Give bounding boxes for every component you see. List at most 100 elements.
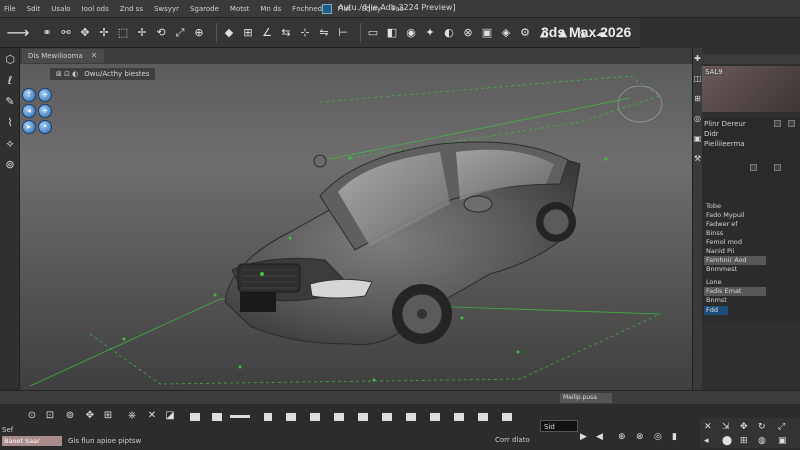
close-icon[interactable]: ✕ xyxy=(91,49,98,63)
list-item[interactable]: Bnmst xyxy=(704,296,800,305)
menu-edit[interactable]: Sdit xyxy=(27,5,41,13)
menu-group[interactable]: Iool ods xyxy=(82,5,109,13)
rotate-view-icon[interactable]: ↻ xyxy=(758,422,770,434)
list-item[interactable]: Lone xyxy=(704,278,800,287)
maxscript-listener-box[interactable]: Baoet Saar xyxy=(2,436,62,446)
motion-tab-icon[interactable]: ◎ xyxy=(693,114,702,128)
curve-editor-icon[interactable]: ◉ xyxy=(404,26,418,40)
orbit-view-icon[interactable]: ⊗ xyxy=(636,432,648,444)
key-filters-icon[interactable]: ✕ xyxy=(704,422,716,434)
grid-icon[interactable]: ⊞ xyxy=(100,408,116,424)
orbit-left-icon[interactable]: ◂ xyxy=(22,104,36,118)
scale-icon[interactable]: ⤢ xyxy=(173,26,187,40)
material-editor-icon[interactable]: ◐ xyxy=(442,26,456,40)
list-item[interactable]: Fadis Emat xyxy=(704,287,766,296)
bind-icon[interactable]: ✥ xyxy=(78,26,92,40)
set-key-icon[interactable]: ✕ xyxy=(144,408,160,424)
unlink-icon[interactable]: ⚯ xyxy=(59,26,73,40)
timeline-marker[interactable]: Mailip.pusa xyxy=(560,393,612,403)
menu-animation[interactable]: Motst xyxy=(230,5,249,13)
perspective-viewport[interactable]: ⊠ ⊡ ◐ Owu/Acthy biestes ↑ + ◂ + ▸ • xyxy=(20,64,692,390)
zoom-extents-icon[interactable]: ▶ xyxy=(580,432,592,444)
zoom-icon[interactable]: • xyxy=(38,120,52,134)
scale-view-icon[interactable]: ⤢ xyxy=(778,422,790,434)
percent-snap-icon[interactable]: ⇆ xyxy=(279,26,293,40)
orbit-right-icon[interactable]: + xyxy=(38,88,52,102)
list-item[interactable]: Bnmmest xyxy=(704,265,800,274)
utilities-tab-icon[interactable]: ⚒ xyxy=(693,154,702,168)
viewport-menu-icon[interactable]: ⊠ ⊡ ◐ xyxy=(56,70,78,78)
create-tab-icon[interactable]: ✚ xyxy=(693,54,702,68)
arc-rotate-icon[interactable]: ◍ xyxy=(758,436,770,448)
select-move-icon[interactable]: ✛ xyxy=(135,26,149,40)
list-item[interactable]: Nanid Pii xyxy=(704,247,800,256)
snap-icon[interactable]: ⊞ xyxy=(241,26,255,40)
list-item[interactable]: Fadwer ef xyxy=(704,220,800,229)
link-icon[interactable]: ⚭ xyxy=(40,26,54,40)
orbit-down-icon[interactable]: + xyxy=(38,104,52,118)
rollout-title[interactable]: Plinr Dereur xyxy=(704,120,746,128)
align-icon[interactable]: ⊢ xyxy=(336,26,350,40)
layer-icon[interactable]: ▭ xyxy=(366,26,380,40)
menu-tools[interactable]: Usalo xyxy=(51,5,70,13)
selection-lock-icon[interactable]: ⊚ xyxy=(62,408,78,424)
menu-modifiers[interactable]: Sgarode xyxy=(190,5,219,13)
zoom-region-icon[interactable]: ⊞ xyxy=(740,436,752,448)
rollout-checkbox[interactable] xyxy=(774,164,781,171)
rollout-checkbox[interactable] xyxy=(788,120,795,127)
rollout-checkbox[interactable] xyxy=(750,164,757,171)
walk-icon[interactable]: ◎ xyxy=(654,432,666,444)
rollout-checkbox[interactable] xyxy=(774,120,781,127)
schematic-icon[interactable]: ✦ xyxy=(423,26,437,40)
ribbon-icon[interactable]: ◧ xyxy=(385,26,399,40)
orbit-up-icon[interactable]: ↑ xyxy=(22,88,36,102)
select-icon[interactable]: ⬚ xyxy=(116,26,130,40)
tangent-icon[interactable]: ⇲ xyxy=(722,422,734,434)
dolly-icon[interactable]: ⬤ xyxy=(722,436,734,448)
spinner-snap-icon[interactable]: ⊹ xyxy=(298,26,312,40)
menu-views[interactable]: Znd ss xyxy=(120,5,143,13)
render-setup-icon[interactable]: ⊗ xyxy=(461,26,475,40)
menu-create[interactable]: Swsyyr xyxy=(154,5,179,13)
absolute-mode-icon[interactable]: ✥ xyxy=(82,408,98,424)
move-icon[interactable]: ✢ xyxy=(97,26,111,40)
list-item[interactable]: Famhnir Aod xyxy=(704,256,766,265)
cube-icon[interactable]: ◆ xyxy=(222,26,236,40)
timeline[interactable]: Mailip.pusa xyxy=(0,390,800,404)
min-max-toggle-icon[interactable]: ▣ xyxy=(778,436,790,448)
playback-icons[interactable] xyxy=(190,410,540,424)
pan-icon[interactable]: ▸ xyxy=(22,120,36,134)
render-frame-icon[interactable]: ▣ xyxy=(480,26,494,40)
list-item[interactable]: Fado Mypuil xyxy=(704,211,800,220)
maximize-viewport-icon[interactable]: ▮ xyxy=(672,432,684,444)
menu-file[interactable]: File xyxy=(4,5,16,13)
isolate-icon[interactable]: ⊡ xyxy=(42,408,58,424)
list-item[interactable]: Binss xyxy=(704,229,800,238)
place-icon[interactable]: ⊕ xyxy=(192,26,206,40)
hexagon-icon[interactable]: ⬡ xyxy=(2,52,18,68)
field-of-view-icon[interactable]: ◀ xyxy=(596,432,608,444)
display-tab-icon[interactable]: ▣ xyxy=(693,134,702,148)
render-icon[interactable]: ◈ xyxy=(499,26,513,40)
teapot-icon[interactable]: ⚙ xyxy=(518,26,532,40)
relax-icon[interactable]: ⊚ xyxy=(2,157,18,173)
pan-view-icon[interactable]: ⊕ xyxy=(618,432,630,444)
hierarchy-tab-icon[interactable]: ⊞ xyxy=(693,94,702,108)
frame-number-field[interactable]: Sid xyxy=(540,420,578,432)
list-item[interactable]: Tobe xyxy=(704,202,800,211)
mirror-icon[interactable]: ⇋ xyxy=(317,26,331,40)
smooth-icon[interactable]: ⟡ xyxy=(2,136,18,152)
lock-icon[interactable]: ⊙ xyxy=(24,408,40,424)
key-mode-icon[interactable]: ⎈ xyxy=(124,408,140,424)
walkthrough-icon[interactable]: ◂ xyxy=(704,436,716,448)
arrow-icon[interactable]: ⟶ xyxy=(4,24,32,40)
viewport-tab[interactable]: Dis Mewiliooma ✕ xyxy=(22,49,104,63)
rotate-icon[interactable]: ⟲ xyxy=(154,26,168,40)
lasso-icon[interactable]: ℓ xyxy=(2,73,18,89)
viewport-label[interactable]: ⊠ ⊡ ◐ Owu/Acthy biestes xyxy=(50,68,156,80)
modify-tab-icon[interactable]: ◫ xyxy=(693,74,702,88)
auto-key-icon[interactable]: ◪ xyxy=(162,408,178,424)
list-item[interactable]: Fdd xyxy=(704,306,728,315)
menu-graph-editors[interactable]: Mn ds xyxy=(260,5,281,13)
brush-icon[interactable]: ⌇ xyxy=(2,115,18,131)
